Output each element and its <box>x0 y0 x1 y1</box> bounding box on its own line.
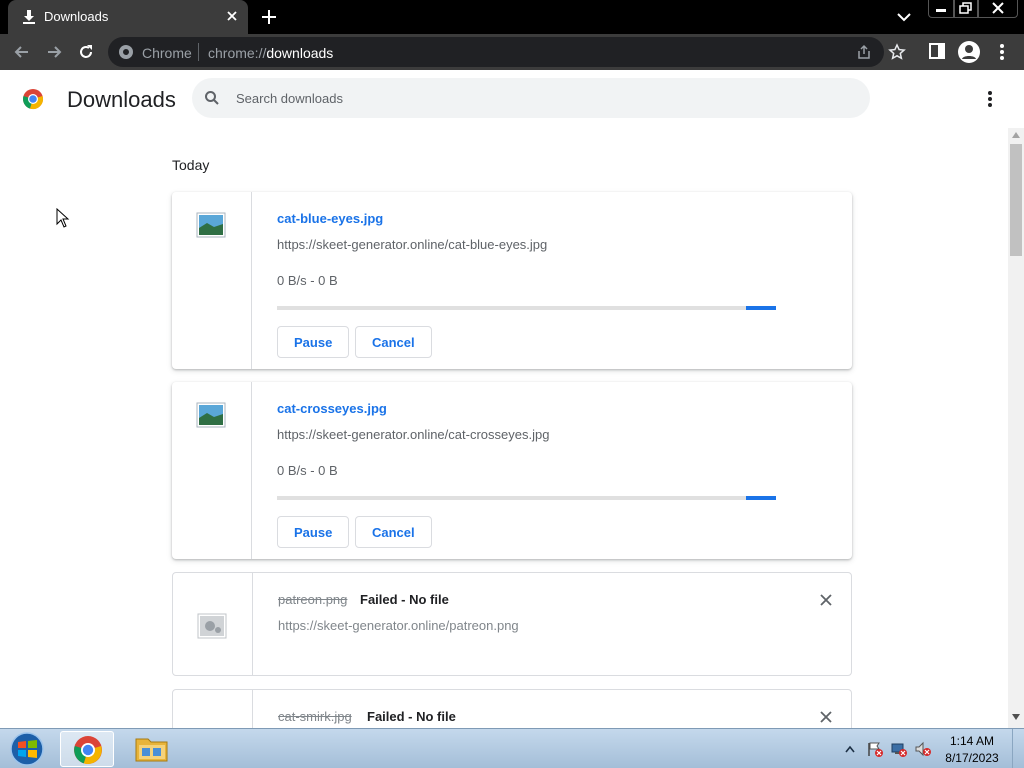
search-icon <box>205 91 219 105</box>
progress-indicator <box>746 496 776 500</box>
file-link[interactable]: cat-crosseyes.jpg <box>277 401 387 416</box>
folder-icon <box>135 738 168 762</box>
progress-indicator <box>746 306 776 310</box>
scroll-up-arrow-icon[interactable] <box>1012 132 1020 138</box>
side-panel-icon[interactable] <box>928 42 946 60</box>
more-actions-icon[interactable] <box>982 90 998 108</box>
download-status: 0 B/s - 0 B <box>277 463 338 478</box>
url-host: downloads <box>266 45 334 61</box>
scrollbar-thumb[interactable] <box>1010 144 1022 256</box>
tab-close-icon[interactable] <box>224 8 240 24</box>
clock-date[interactable]: 8/17/2023 <box>940 751 1004 765</box>
mouse-cursor-icon <box>56 208 70 228</box>
show-desktop-button[interactable] <box>1012 729 1024 768</box>
tab-title: Downloads <box>44 9 109 24</box>
progress-bar <box>277 306 776 310</box>
broken-file-icon <box>197 613 227 639</box>
source-url[interactable]: https://skeet-generator.online/cat-blue-… <box>277 237 547 252</box>
omnibox-chip: Chrome <box>142 45 192 61</box>
pause-button[interactable]: Pause <box>277 326 350 358</box>
cancel-button[interactable]: Cancel <box>355 516 432 548</box>
source-url[interactable]: https://skeet-generator.online/cat-cross… <box>277 427 549 442</box>
url-scheme: chrome:// <box>208 45 267 61</box>
new-tab-icon[interactable] <box>260 8 278 26</box>
person-icon <box>962 45 976 59</box>
file-name: cat-smirk.jpg <box>278 709 352 724</box>
bookmark-star-icon[interactable] <box>888 43 906 61</box>
network-icon[interactable] <box>890 741 908 757</box>
chrome-page-icon[interactable] <box>118 44 134 60</box>
share-icon[interactable] <box>856 44 872 60</box>
url-text[interactable]: chrome://downloads <box>208 45 333 61</box>
volume-muted-icon[interactable] <box>914 741 932 757</box>
start-button-icon[interactable] <box>6 731 48 767</box>
address-bar[interactable]: Chrome chrome://downloads <box>108 37 906 67</box>
restore-icon <box>959 2 972 14</box>
remove-from-list-icon[interactable] <box>819 710 833 724</box>
file-link[interactable]: cat-blue-eyes.jpg <box>277 211 383 226</box>
minimize-button[interactable] <box>928 0 954 18</box>
chevron-down-icon[interactable] <box>896 10 912 24</box>
download-status: 0 B/s - 0 B <box>277 273 338 288</box>
action-center-flag-icon[interactable] <box>866 741 884 757</box>
browser-menu-icon[interactable] <box>994 42 1010 62</box>
minimize-icon <box>936 9 946 12</box>
show-hidden-icons-icon[interactable] <box>845 745 855 753</box>
close-icon <box>992 2 1004 14</box>
restore-button[interactable] <box>954 0 978 18</box>
cancel-button[interactable]: Cancel <box>355 326 432 358</box>
image-file-icon <box>196 212 226 238</box>
browser-toolbar: Chrome chrome://downloads <box>0 34 1024 70</box>
close-window-button[interactable] <box>978 0 1018 18</box>
profile-avatar[interactable] <box>958 41 980 63</box>
omnibox-divider <box>198 43 199 61</box>
tab-strip: Downloads <box>0 0 1024 34</box>
image-file-icon <box>196 402 226 428</box>
taskbar-file-explorer[interactable] <box>124 731 178 767</box>
download-icon-column <box>173 573 253 675</box>
progress-bar <box>277 496 776 500</box>
remove-from-list-icon[interactable] <box>819 593 833 607</box>
download-item: cat-crosseyes.jpg https://skeet-generato… <box>172 382 852 559</box>
download-icon-column <box>172 382 252 559</box>
reload-icon[interactable] <box>76 42 96 62</box>
download-item: cat-blue-eyes.jpg https://skeet-generato… <box>172 192 852 369</box>
windows-taskbar: 1:14 AM 8/17/2023 <box>0 728 1024 768</box>
forward-icon[interactable] <box>44 42 64 62</box>
failure-status: Failed - No file <box>367 709 456 724</box>
search-bar[interactable] <box>192 78 870 118</box>
scroll-down-arrow-icon[interactable] <box>1012 714 1020 720</box>
clock-time[interactable]: 1:14 AM <box>940 734 1004 748</box>
download-icon <box>23 10 35 24</box>
chrome-icon <box>74 736 102 764</box>
downloads-header: Downloads <box>0 70 1024 128</box>
date-section-label: Today <box>172 157 210 173</box>
taskbar-chrome[interactable] <box>60 731 114 767</box>
page-scrollbar[interactable] <box>1008 128 1024 728</box>
file-name: patreon.png <box>278 592 348 607</box>
download-item-failed: patreon.png Failed - No file https://ske… <box>172 572 852 676</box>
chrome-logo-icon <box>23 89 43 110</box>
page-title: Downloads <box>67 87 176 112</box>
search-input[interactable] <box>236 88 836 108</box>
failure-status: Failed - No file <box>360 592 449 607</box>
source-url[interactable]: https://skeet-generator.online/patreon.p… <box>278 618 519 633</box>
tab-downloads[interactable]: Downloads <box>8 0 248 34</box>
back-icon[interactable] <box>12 42 32 62</box>
download-icon-column <box>172 192 252 369</box>
pause-button[interactable]: Pause <box>277 516 350 548</box>
